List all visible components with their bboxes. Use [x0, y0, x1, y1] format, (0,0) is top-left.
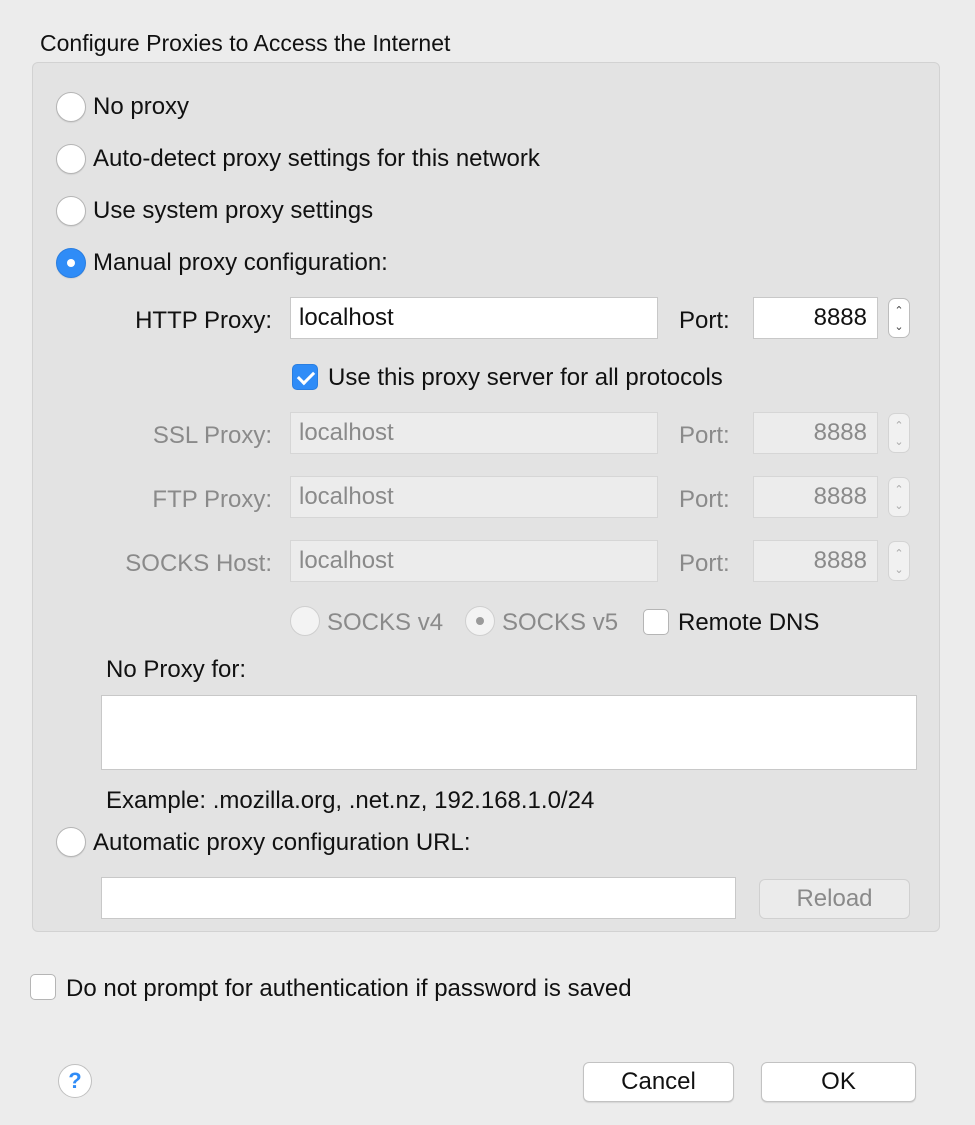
- http-port-stepper[interactable]: ⌃ ⌄: [888, 298, 910, 338]
- no-proxy-label[interactable]: No proxy: [93, 93, 189, 121]
- no-auth-prompt-checkbox[interactable]: [30, 974, 56, 1000]
- ftp-port-input[interactable]: 8888: [753, 476, 878, 518]
- ssl-port-input[interactable]: 8888: [753, 412, 878, 454]
- stepper-down-icon[interactable]: ⌄: [893, 436, 905, 448]
- ok-button[interactable]: OK: [761, 1062, 916, 1102]
- manual-proxy-label[interactable]: Manual proxy configuration:: [93, 249, 388, 277]
- dialog-title: Configure Proxies to Access the Internet: [40, 30, 451, 56]
- stepper-down-icon[interactable]: ⌄: [893, 500, 905, 512]
- http-port-label: Port:: [679, 307, 730, 334]
- no-proxy-for-label: No Proxy for:: [106, 656, 247, 683]
- stepper-down-icon[interactable]: ⌄: [893, 321, 905, 333]
- socks-port-input[interactable]: 8888: [753, 540, 878, 582]
- no-proxy-radio[interactable]: [56, 92, 86, 122]
- socks-port-stepper[interactable]: ⌃ ⌄: [888, 541, 910, 581]
- use-for-all-protocols-checkbox[interactable]: [292, 364, 318, 390]
- stepper-up-icon[interactable]: ⌃: [893, 305, 905, 317]
- auto-detect-label[interactable]: Auto-detect proxy settings for this netw…: [93, 145, 540, 173]
- socks-v4-label[interactable]: SOCKS v4: [327, 609, 443, 637]
- reload-button[interactable]: Reload: [759, 879, 910, 919]
- ssl-port-stepper[interactable]: ⌃ ⌄: [888, 413, 910, 453]
- remote-dns-label[interactable]: Remote DNS: [678, 609, 819, 637]
- no-proxy-for-textarea[interactable]: [101, 695, 917, 770]
- auto-proxy-url-input[interactable]: [101, 877, 736, 919]
- stepper-down-icon[interactable]: ⌄: [893, 564, 905, 576]
- auto-detect-radio[interactable]: [56, 144, 86, 174]
- ftp-port-stepper[interactable]: ⌃ ⌄: [888, 477, 910, 517]
- ftp-port-label: Port:: [679, 486, 730, 513]
- socks-host-label: SOCKS Host:: [125, 550, 272, 577]
- socks-port-label: Port:: [679, 550, 730, 577]
- manual-proxy-radio[interactable]: [56, 248, 86, 278]
- system-proxy-radio[interactable]: [56, 196, 86, 226]
- system-proxy-label[interactable]: Use system proxy settings: [93, 197, 373, 225]
- ssl-proxy-input[interactable]: localhost: [290, 412, 658, 454]
- http-port-input[interactable]: 8888: [753, 297, 878, 339]
- no-proxy-example: Example: .mozilla.org, .net.nz, 192.168.…: [106, 787, 595, 814]
- socks-v5-radio[interactable]: [465, 606, 495, 636]
- stepper-up-icon[interactable]: ⌃: [893, 484, 905, 496]
- http-proxy-label: HTTP Proxy:: [135, 307, 272, 334]
- cancel-button[interactable]: Cancel: [583, 1062, 734, 1102]
- no-auth-prompt-label[interactable]: Do not prompt for authentication if pass…: [66, 975, 632, 1003]
- auto-proxy-url-radio[interactable]: [56, 827, 86, 857]
- help-button[interactable]: ?: [58, 1064, 92, 1098]
- ftp-proxy-input[interactable]: localhost: [290, 476, 658, 518]
- use-for-all-protocols-label[interactable]: Use this proxy server for all protocols: [328, 364, 723, 392]
- http-proxy-input[interactable]: localhost: [290, 297, 658, 339]
- ftp-proxy-label: FTP Proxy:: [152, 486, 272, 513]
- stepper-up-icon[interactable]: ⌃: [893, 420, 905, 432]
- socks-host-input[interactable]: localhost: [290, 540, 658, 582]
- socks-v5-label[interactable]: SOCKS v5: [502, 609, 618, 637]
- ssl-proxy-label: SSL Proxy:: [152, 422, 272, 449]
- socks-v4-radio[interactable]: [290, 606, 320, 636]
- remote-dns-checkbox[interactable]: [643, 609, 669, 635]
- stepper-up-icon[interactable]: ⌃: [893, 548, 905, 560]
- ssl-port-label: Port:: [679, 422, 730, 449]
- auto-proxy-url-label[interactable]: Automatic proxy configuration URL:: [93, 829, 471, 857]
